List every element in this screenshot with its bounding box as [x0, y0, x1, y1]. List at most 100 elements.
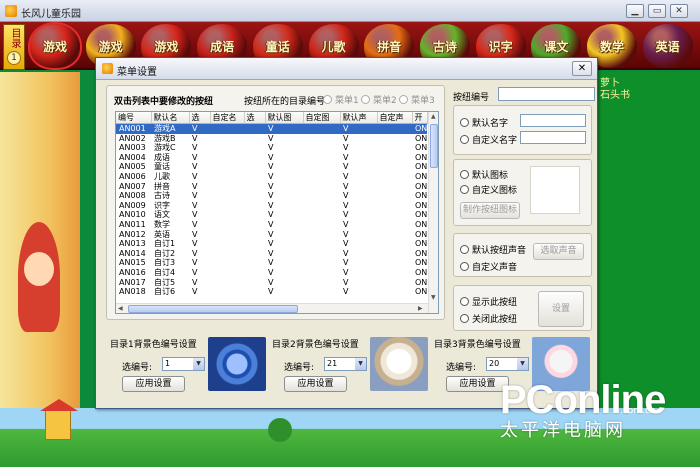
table-row[interactable]: AN012 英语 V V V ON: [116, 230, 427, 240]
chevron-down-icon[interactable]: ▼: [517, 358, 528, 370]
bg-select-label: 选编号:: [284, 363, 315, 373]
radio-custom-icon[interactable]: 自定义图标: [460, 183, 517, 196]
radio-custom-sound[interactable]: 自定义声音: [460, 260, 517, 273]
table-cell: V: [192, 267, 198, 277]
menu-item-12[interactable]: 英语: [642, 24, 693, 68]
table-row[interactable]: AN016 自订4 V V V ON: [116, 268, 427, 278]
radio-default-icon[interactable]: 默认图标: [460, 168, 508, 181]
bg2-apply-button[interactable]: 应用设置: [284, 376, 347, 392]
button-number-field[interactable]: [498, 87, 595, 101]
table-cell: [210, 230, 244, 240]
table-cell: V: [192, 162, 198, 172]
table-row[interactable]: AN010 语文 V V V ON: [116, 210, 427, 220]
radio-label: 默认按纽声音: [472, 246, 527, 256]
table-cell: [244, 182, 265, 192]
column-header[interactable]: 选: [189, 112, 211, 124]
default-name-field[interactable]: [520, 114, 586, 127]
table-cell: [303, 191, 340, 201]
close-button[interactable]: ✕: [670, 4, 688, 18]
radio-menu2[interactable]: 菜单2: [361, 93, 397, 106]
table-row[interactable]: AN011 数学 V V V ON: [116, 220, 427, 230]
dialog-close-button[interactable]: ✕: [572, 61, 592, 76]
bg1-number-select[interactable]: 1 ▼: [162, 357, 205, 371]
table-row[interactable]: AN004 成语 V V V ON: [116, 153, 427, 163]
column-header[interactable]: 编号: [116, 112, 152, 124]
table-cell: V: [192, 219, 198, 229]
minimize-button[interactable]: ▁: [626, 4, 644, 18]
table-cell: V: [265, 123, 303, 134]
button-list[interactable]: 编号 默认名选自定名选默认图 自定图 默认声 自定声开 AN001 游戏A V V V ON AN0…: [115, 111, 439, 314]
table-row[interactable]: AN015 自订3 V V V ON: [116, 258, 427, 268]
scroll-up-icon[interactable]: ▲: [431, 113, 436, 120]
table-row[interactable]: AN014 自订2 V V V ON: [116, 249, 427, 259]
catalog-tab[interactable]: 目录 1: [3, 24, 25, 70]
table-cell: [244, 172, 265, 182]
radio-menu3[interactable]: 菜单3: [399, 93, 435, 106]
make-icon-button[interactable]: 制作按纽图标: [460, 202, 520, 219]
table-row[interactable]: AN013 自订1 V V V ON: [116, 239, 427, 249]
radio-default-name[interactable]: 默认名字: [460, 116, 508, 129]
table-row[interactable]: AN005 童话 V V V ON: [116, 162, 427, 172]
menu-item-1[interactable]: 游戏: [28, 22, 82, 70]
bg3-number-select[interactable]: 20 ▼: [486, 357, 529, 371]
table-cell: V: [192, 258, 198, 268]
table-row[interactable]: AN008 古诗 V V V ON: [116, 191, 427, 201]
table-cell: [210, 201, 244, 211]
table-cell: AN005: [119, 162, 146, 172]
table-cell: AN009: [119, 200, 146, 210]
radio-label: 自定义名字: [472, 136, 518, 146]
table-row[interactable]: AN006 儿歌 V V V ON: [116, 172, 427, 182]
column-header[interactable]: 默认名: [151, 112, 190, 124]
bg2-number-select[interactable]: 21 ▼: [324, 357, 367, 371]
vertical-scrollbar[interactable]: ▲ ▼: [428, 112, 438, 313]
radio-dot: [460, 314, 469, 323]
radio-custom-name[interactable]: 自定义名字: [460, 133, 517, 146]
pick-sound-button[interactable]: 选取声音: [533, 243, 584, 260]
column-header[interactable]: 默认声: [340, 112, 378, 124]
bg1-apply-button[interactable]: 应用设置: [122, 376, 185, 392]
table-cell: V: [192, 287, 198, 297]
table-cell: [244, 134, 265, 144]
table-cell: [377, 249, 412, 259]
chevron-down-icon[interactable]: ▼: [355, 358, 366, 370]
radio-dot: [460, 170, 469, 179]
table-row[interactable]: AN001 游戏A V V V ON: [116, 123, 428, 134]
table-cell: V: [192, 171, 198, 181]
right-text-line: 石头书: [600, 90, 630, 101]
column-header[interactable]: 默认图: [265, 112, 304, 124]
radio-hide-button[interactable]: 关闭此按纽: [460, 312, 517, 325]
maximize-button[interactable]: ▭: [648, 4, 666, 18]
table-cell: [377, 268, 412, 278]
radio-default-sound[interactable]: 默认按纽声音: [460, 243, 526, 256]
chevron-down-icon[interactable]: ▼: [193, 358, 204, 370]
scroll-left-icon[interactable]: ◀: [118, 305, 123, 312]
button-number-label: 按纽编号: [453, 93, 490, 103]
table-row[interactable]: AN007 拼音 V V V ON: [116, 182, 427, 192]
set-button[interactable]: 设置: [538, 291, 584, 327]
table-cell: V: [268, 181, 274, 191]
column-header[interactable]: 自定声: [377, 112, 413, 124]
table-row[interactable]: AN009 识字 V V V ON: [116, 201, 427, 211]
table-row[interactable]: AN018 自订6 V V V ON: [116, 287, 427, 297]
radio-show-button[interactable]: 显示此按纽: [460, 295, 517, 308]
table-cell: [377, 278, 412, 288]
scroll-down-icon[interactable]: ▼: [431, 294, 436, 301]
column-header[interactable]: 选: [244, 112, 266, 124]
table-row[interactable]: AN003 游戏C V V V ON: [116, 143, 427, 153]
table-cell: 识字: [154, 200, 170, 210]
scroll-thumb[interactable]: [430, 124, 438, 168]
table-cell: [303, 249, 340, 259]
table-cell: ON: [415, 171, 428, 181]
table-row[interactable]: AN002 游戏B V V V ON: [116, 134, 427, 144]
column-header[interactable]: 自定图: [303, 112, 341, 124]
table-cell: V: [192, 277, 198, 287]
table-cell: AN018: [119, 287, 146, 297]
column-header[interactable]: 自定名: [210, 112, 245, 124]
scroll-right-icon[interactable]: ▶: [418, 305, 423, 312]
table-row[interactable]: AN017 自订5 V V V ON: [116, 278, 427, 288]
custom-name-field[interactable]: [520, 131, 586, 144]
horizontal-scrollbar[interactable]: ◀ ▶: [116, 303, 428, 313]
column-header[interactable]: 开: [412, 112, 428, 124]
scroll-thumb[interactable]: [128, 305, 298, 313]
radio-menu1[interactable]: 菜单1: [323, 93, 359, 106]
